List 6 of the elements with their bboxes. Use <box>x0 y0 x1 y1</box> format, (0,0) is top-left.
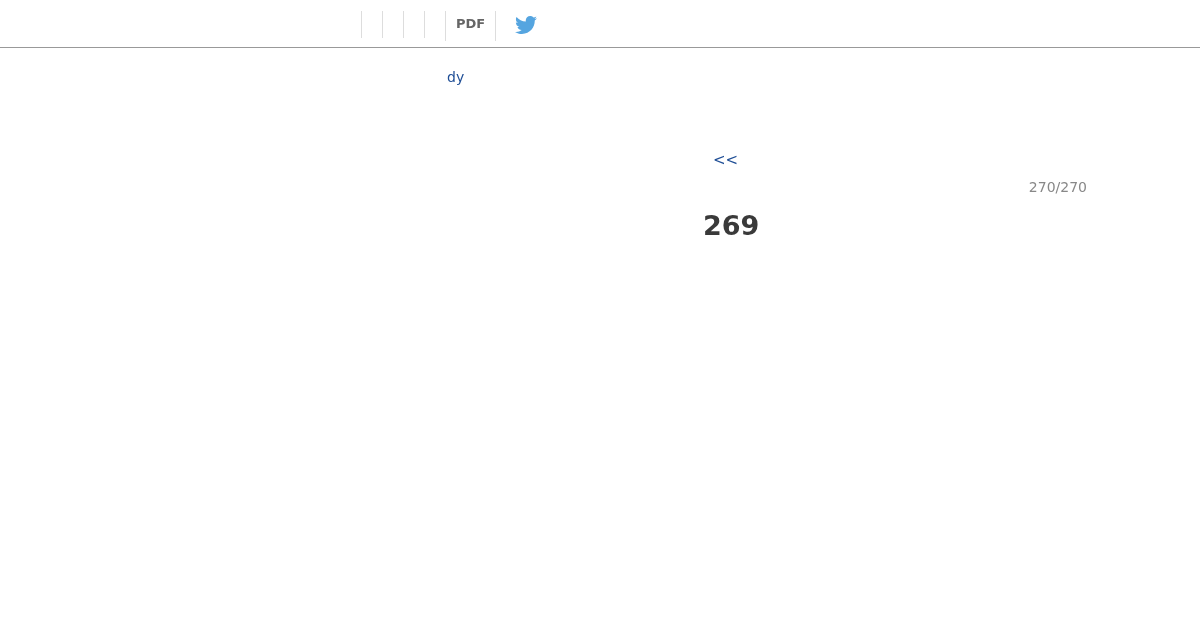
previous-link[interactable]: << <box>713 151 739 169</box>
pdf-link[interactable]: PDF <box>445 11 497 41</box>
bird-icon[interactable] <box>513 14 540 36</box>
page-number: 269 <box>703 210 760 241</box>
back-link[interactable]: dy <box>447 69 465 85</box>
page-counter: 270/270 <box>1028 178 1087 197</box>
